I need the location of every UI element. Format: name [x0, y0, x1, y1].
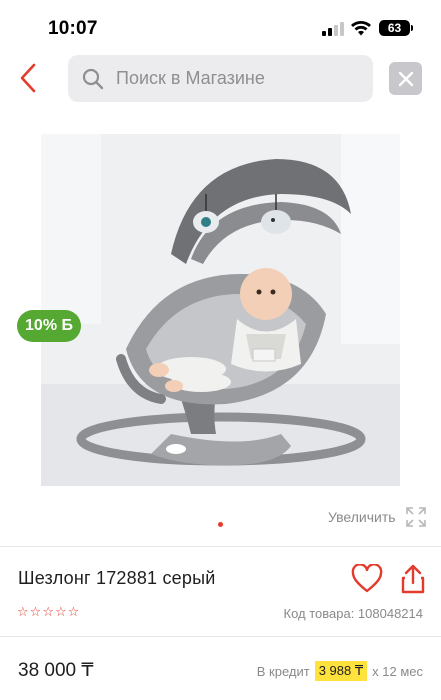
status-time: 10:07 [48, 18, 98, 39]
search-bar[interactable] [68, 55, 373, 102]
product-image[interactable] [41, 134, 400, 486]
cellular-signal-icon [322, 22, 344, 36]
chevron-left-icon [20, 63, 36, 93]
star-outline-icon: ☆ [67, 604, 80, 619]
cashback-badge: 10% Б [17, 310, 81, 342]
battery-indicator: 63 [379, 20, 410, 36]
wifi-icon [351, 21, 371, 36]
product-title: Шезлонг 172881 серый [18, 568, 216, 588]
close-icon [398, 71, 413, 86]
credit-term: x 12 мес [372, 663, 423, 679]
image-pager [0, 520, 441, 530]
search-input[interactable] [116, 68, 356, 89]
status-bar: 10:07 63 [0, 0, 441, 52]
star-outline-icon: ☆ [42, 604, 54, 619]
star-outline-icon: ☆ [17, 604, 29, 619]
star-outline-icon: ☆ [29, 604, 42, 619]
divider [0, 636, 441, 637]
divider [0, 546, 441, 547]
product-sku: Код товара: 108048214 [283, 606, 424, 621]
star-outline-icon: ☆ [54, 604, 67, 619]
credit-prefix: В кредит [256, 663, 310, 679]
rating-stars[interactable]: ☆ ☆ ☆ ☆ ☆ [17, 605, 79, 619]
baby-swing-image [41, 134, 400, 486]
credit-amount: 3 988 ₸ [314, 661, 368, 681]
share-icon[interactable] [401, 564, 425, 594]
clear-search-button[interactable] [389, 62, 422, 95]
back-button[interactable] [8, 58, 48, 98]
search-icon [82, 68, 104, 90]
credit-offer[interactable]: В кредит 3 988 ₸ x 12 мес [257, 661, 423, 681]
pager-dot-active[interactable] [218, 522, 223, 527]
battery-tip [411, 25, 413, 31]
product-price: 38 000 ₸ [18, 660, 94, 681]
heart-icon[interactable] [351, 564, 383, 594]
